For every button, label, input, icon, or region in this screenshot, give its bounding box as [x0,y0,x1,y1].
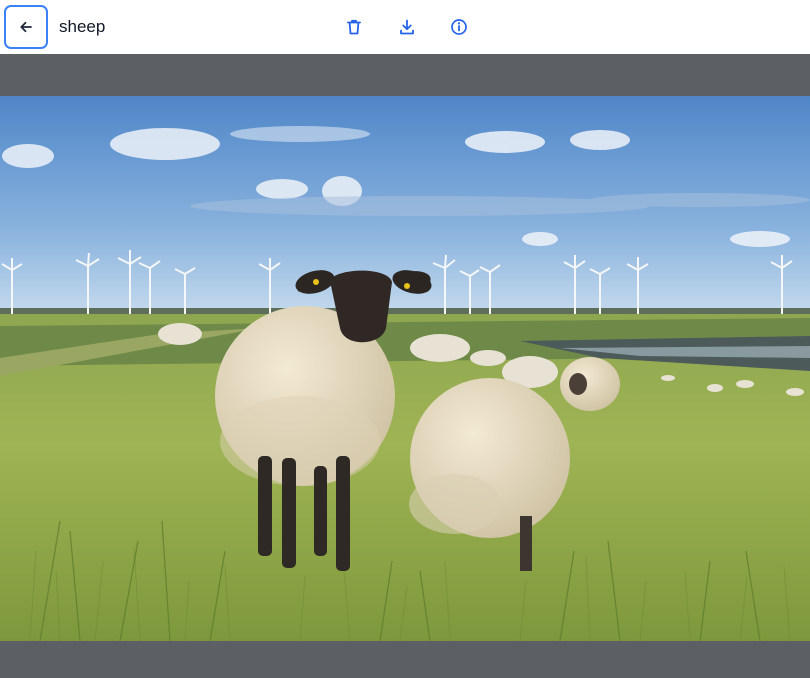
delete-button[interactable] [341,14,367,40]
back-button[interactable] [4,5,48,49]
trash-icon [345,18,363,36]
viewer-backdrop-top [0,54,810,96]
download-icon [398,18,416,36]
info-icon [450,18,468,36]
arrow-left-icon [18,19,34,35]
info-button[interactable] [446,14,472,40]
viewer-backdrop-bottom [0,641,810,678]
image-title: sheep [59,17,106,36]
download-button[interactable] [394,14,420,40]
top-toolbar: sheep [0,0,810,54]
sheep-photo [0,96,810,641]
